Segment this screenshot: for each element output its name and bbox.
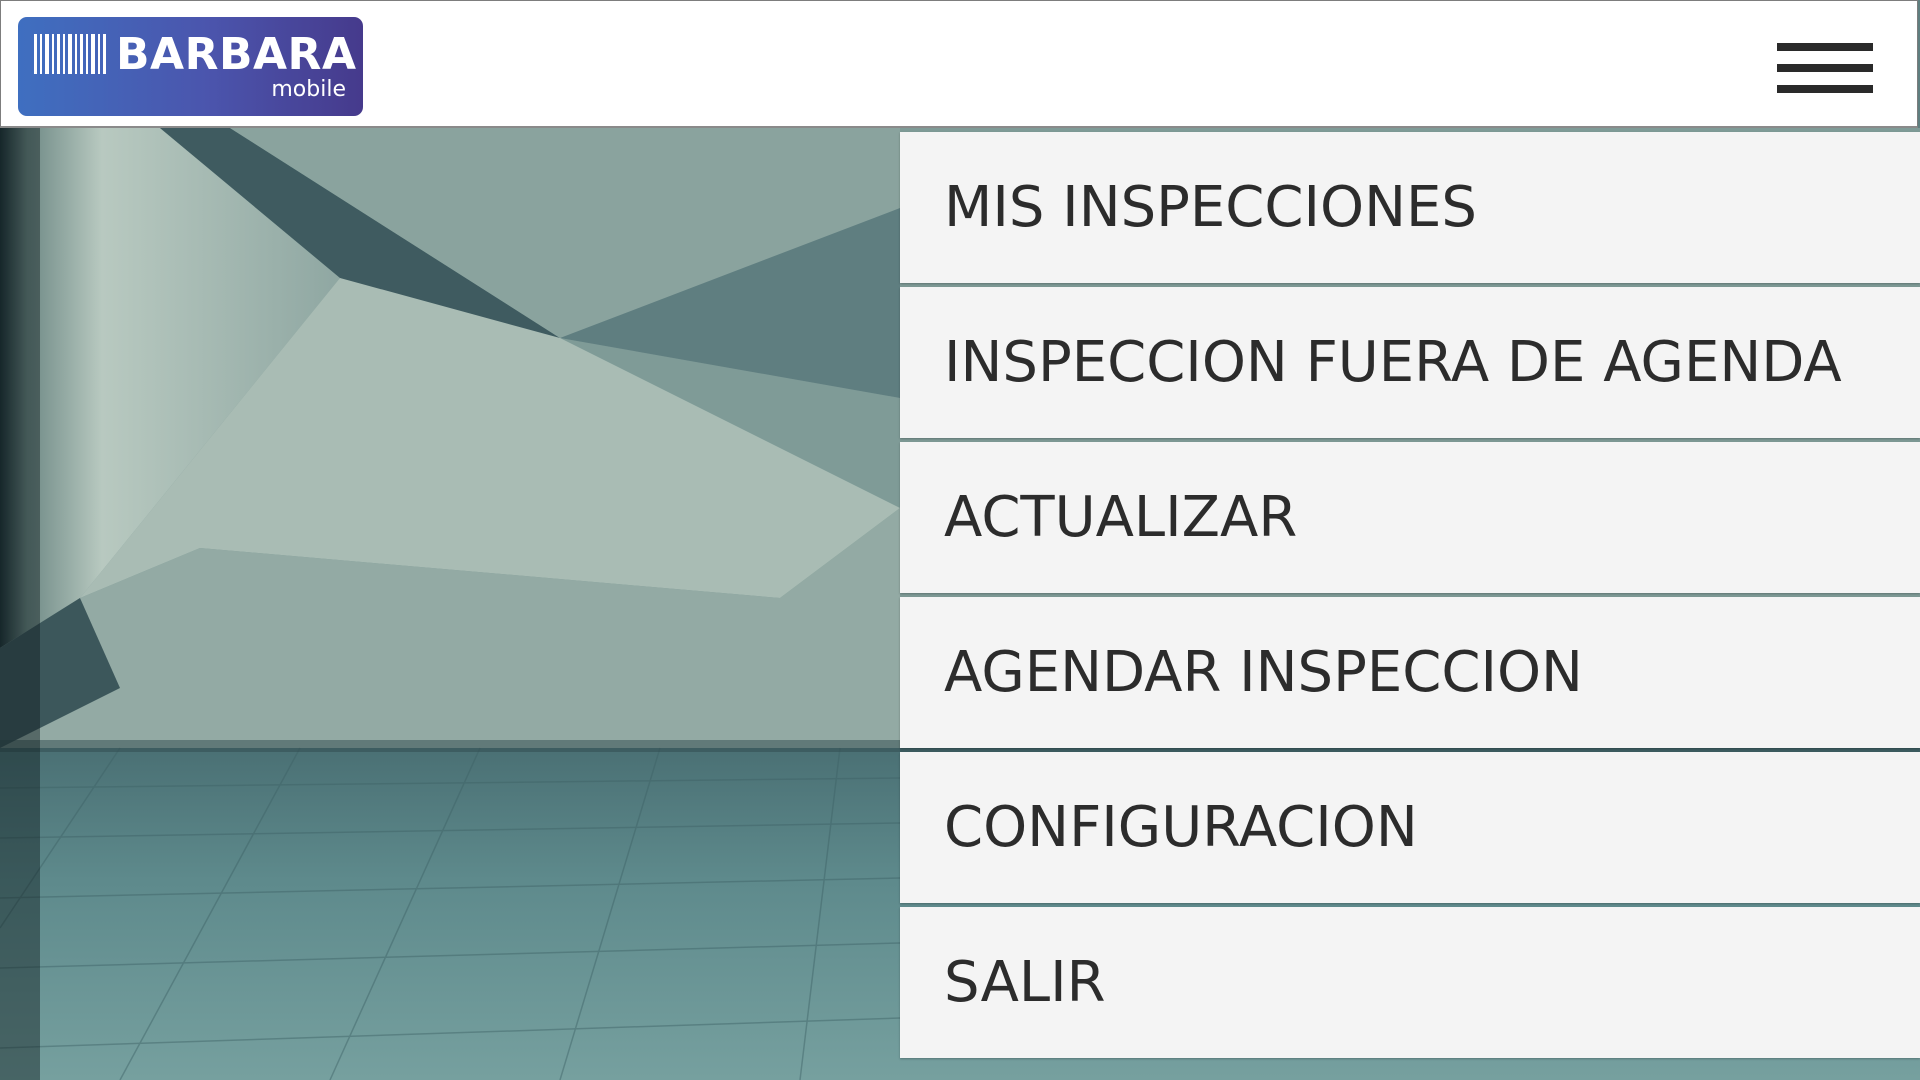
menu-item-agendar-inspeccion[interactable]: AGENDAR INSPECCION: [900, 597, 1920, 748]
barcode-icon: [34, 34, 106, 74]
side-menu: MIS INSPECCIONES INSPECCION FUERA DE AGE…: [900, 132, 1920, 1062]
app-root: BARBARA mobile MIS INSPECCIONES INSPECCI…: [0, 0, 1920, 1080]
menu-item-label: MIS INSPECCIONES: [944, 175, 1477, 240]
hamburger-icon[interactable]: [1777, 43, 1873, 93]
app-header: BARBARA mobile: [0, 0, 1918, 128]
menu-item-label: INSPECCION FUERA DE AGENDA: [944, 330, 1842, 395]
menu-item-salir[interactable]: SALIR: [900, 907, 1920, 1058]
hamburger-bar: [1777, 43, 1873, 51]
hamburger-bar: [1777, 64, 1873, 72]
menu-item-configuracion[interactable]: CONFIGURACION: [900, 752, 1920, 903]
logo-subtitle: mobile: [271, 77, 346, 102]
menu-item-label: AGENDAR INSPECCION: [944, 640, 1583, 705]
logo-title: BARBARA: [116, 29, 357, 80]
menu-item-label: CONFIGURACION: [944, 795, 1418, 860]
menu-item-actualizar[interactable]: ACTUALIZAR: [900, 442, 1920, 593]
menu-item-mis-inspecciones[interactable]: MIS INSPECCIONES: [900, 132, 1920, 283]
menu-item-label: SALIR: [944, 950, 1106, 1015]
menu-item-label: ACTUALIZAR: [944, 485, 1298, 550]
menu-item-inspeccion-fuera-de-agenda[interactable]: INSPECCION FUERA DE AGENDA: [900, 287, 1920, 438]
brand-logo: BARBARA mobile: [18, 17, 363, 116]
hamburger-bar: [1777, 85, 1873, 93]
